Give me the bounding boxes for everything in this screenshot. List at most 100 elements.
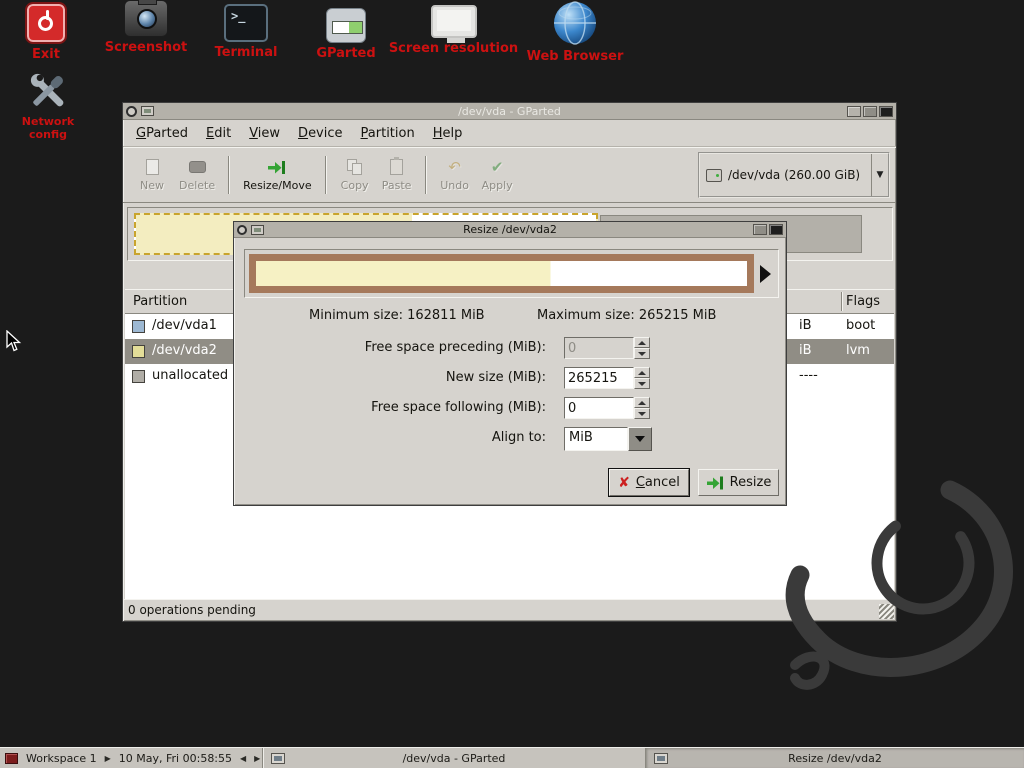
spin-down-button[interactable]: [634, 378, 650, 389]
workspace-icon[interactable]: [5, 753, 18, 764]
maximize-button[interactable]: [863, 106, 877, 117]
close-button[interactable]: [769, 224, 783, 235]
menu-gparted[interactable]: GParted: [127, 123, 197, 144]
icon-label-exit: Exit: [15, 47, 77, 62]
free-space-following-input[interactable]: [564, 397, 634, 419]
task-button-gparted[interactable]: /dev/vda - GParted: [262, 748, 645, 768]
window-menu-icon[interactable]: [237, 225, 247, 235]
size-fragment: iB: [799, 343, 812, 358]
grow-handle-icon[interactable]: [760, 265, 771, 283]
spin-down-button[interactable]: [634, 408, 650, 419]
task-label: Resize /dev/vda2: [788, 752, 882, 765]
cancel-label: Cancel: [636, 475, 680, 490]
new-icon: [146, 159, 159, 175]
spin-up-button[interactable]: [634, 367, 650, 378]
icon-label-screenshot: Screenshot: [101, 40, 191, 55]
field-align-to: Align to: MiB: [234, 427, 788, 451]
spin-down-button[interactable]: [634, 348, 650, 359]
column-flags: Flags: [846, 294, 880, 309]
debian-swirl-art: [750, 460, 1024, 750]
gparted-titlebar[interactable]: /dev/vda - GParted: [123, 103, 896, 120]
desktop-icon-screen-resolution[interactable]: Screen resolution: [388, 5, 519, 56]
workspace-next-icon[interactable]: ▶: [105, 754, 111, 763]
power-bar-icon: [46, 10, 49, 20]
tasklist-next-icon[interactable]: ▶: [254, 754, 260, 763]
new-button[interactable]: New: [131, 156, 173, 194]
fs-color-swatch: [132, 320, 145, 333]
close-button[interactable]: [879, 106, 893, 117]
resize-button[interactable]: Resize: [698, 469, 779, 496]
align-to-select[interactable]: MiB: [564, 427, 652, 451]
spin-up-button[interactable]: [634, 397, 650, 408]
copy-button[interactable]: Copy: [334, 156, 376, 194]
new-label: New: [140, 179, 164, 192]
clock: 10 May, Fri 00:58:55: [119, 752, 232, 765]
field-new-size: New size (MiB):: [234, 367, 788, 389]
field-label: New size (MiB):: [234, 367, 546, 389]
spin-up-button[interactable]: [634, 337, 650, 348]
device-selector[interactable]: /dev/vda (260.00 GiB) ▼: [698, 152, 890, 198]
task-button-resize-dialog[interactable]: Resize /dev/vda2: [645, 748, 1024, 768]
toolbar-separator: [325, 156, 327, 194]
window-title: /dev/vda - GParted: [123, 105, 896, 118]
app-icon: [141, 106, 154, 116]
menu-partition[interactable]: Partition: [352, 123, 424, 144]
tasklist-prev-icon[interactable]: ◀: [240, 754, 246, 763]
resize-dialog: Resize /dev/vda2 Minimum size: 162811 Mi…: [233, 221, 787, 506]
resize-move-button[interactable]: Resize/Move: [237, 156, 317, 194]
icon-label-gparted: GParted: [306, 46, 386, 61]
menubar: GParted Edit View Device Partition Help: [123, 120, 896, 147]
menu-device[interactable]: Device: [289, 123, 351, 144]
resize-move-label: Resize/Move: [243, 179, 311, 192]
monitor-icon: [431, 5, 477, 38]
chevron-down-icon[interactable]: ▼: [871, 154, 888, 196]
desktop-icon-terminal[interactable]: >_ Terminal: [206, 4, 286, 60]
delete-button[interactable]: Delete: [173, 156, 221, 194]
cancel-x-icon: ✘: [618, 476, 630, 490]
field-label: Align to:: [234, 427, 546, 449]
free-space-preceding-input[interactable]: [564, 337, 634, 359]
resize-bar-widget[interactable]: [244, 249, 779, 298]
maximize-button[interactable]: [753, 224, 767, 235]
fs-color-swatch: [132, 345, 145, 358]
field-free-space-following: Free space following (MiB):: [234, 397, 788, 419]
desktop-icon-web-browser[interactable]: Web Browser: [520, 0, 630, 64]
size-fragment: ----: [799, 368, 818, 383]
new-size-input[interactable]: [564, 367, 634, 389]
tools-icon: [25, 70, 71, 112]
paste-button[interactable]: Paste: [376, 156, 418, 194]
desktop-icon-network-config[interactable]: Network config: [6, 70, 90, 141]
partition-name: unallocated: [152, 368, 228, 383]
terminal-icon: >_: [224, 4, 268, 42]
menu-view[interactable]: View: [240, 123, 289, 144]
field-label: Free space preceding (MiB):: [234, 337, 546, 359]
undo-button[interactable]: ↶ Undo: [434, 156, 476, 194]
workspace-label[interactable]: Workspace 1: [26, 752, 97, 765]
apply-button[interactable]: ✔ Apply: [476, 156, 519, 194]
dialog-titlebar[interactable]: Resize /dev/vda2: [234, 222, 786, 238]
window-mini-icon: [271, 753, 285, 764]
toolbar: New Delete Resize/Move Copy Paste: [123, 147, 896, 203]
cancel-button[interactable]: ✘ Cancel: [609, 469, 689, 496]
desktop-icon-screenshot[interactable]: Screenshot: [101, 0, 191, 55]
desktop-icon-exit[interactable]: Exit: [15, 2, 77, 62]
window-menu-icon[interactable]: [126, 106, 137, 117]
app-icon: [251, 225, 264, 235]
minimize-button[interactable]: [847, 106, 861, 117]
copy-icon: [347, 159, 363, 175]
desktop-icon-gparted[interactable]: GParted: [306, 8, 386, 61]
camera-lens-icon: [137, 9, 157, 29]
icon-label-screen-resolution: Screen resolution: [388, 41, 519, 56]
resize-bar[interactable]: [249, 254, 754, 293]
undo-icon: ↶: [448, 160, 461, 175]
icon-label-terminal: Terminal: [206, 45, 286, 60]
resize-arrow-icon: [706, 476, 724, 490]
menu-edit[interactable]: Edit: [197, 123, 240, 144]
device-selector-value: /dev/vda (260.00 GiB): [728, 168, 860, 182]
apply-label: Apply: [482, 179, 513, 192]
menu-help[interactable]: Help: [424, 123, 472, 144]
disk-icon: [706, 169, 722, 182]
maximum-size-label: Maximum size: 265215 MiB: [537, 308, 716, 323]
chevron-down-icon[interactable]: [628, 427, 652, 451]
mouse-cursor: [6, 330, 22, 354]
